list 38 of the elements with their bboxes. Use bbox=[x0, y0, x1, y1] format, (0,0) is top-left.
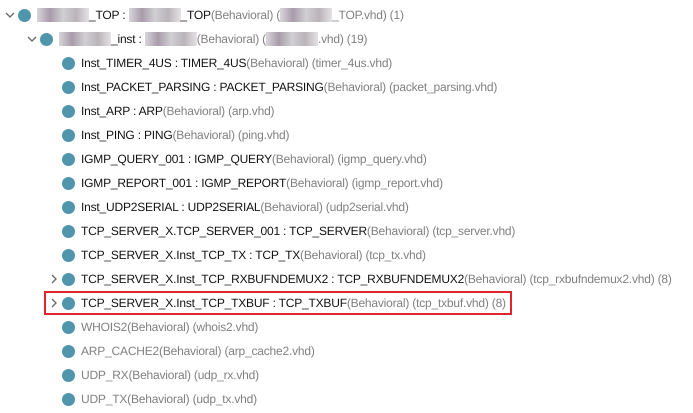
module-label[interactable]: Inst_UDP2SERIAL : UDP2SERIAL(Behavioral) (udp2serial.vhd) bbox=[81, 200, 409, 214]
module-label[interactable]: ARP_CACHE2(Behavioral) (arp_cache2.vhd) bbox=[81, 344, 315, 358]
module-dot-icon bbox=[62, 368, 75, 382]
module-label[interactable]: _inst : (Behavioral) ( .vhd) (19) bbox=[59, 32, 368, 46]
module-dot-icon bbox=[62, 104, 75, 118]
chevron-down-icon[interactable] bbox=[5, 10, 15, 20]
module-dot-icon bbox=[62, 248, 75, 262]
module-label[interactable]: IGMP_REPORT_001 : IGMP_REPORT(Behavioral) (igmp_report.vhd) bbox=[81, 176, 443, 190]
module-label[interactable]: TCP_SERVER_X.Inst_TCP_TX : TCP_TX(Behavioral) (tcp_tx.vhd) bbox=[81, 248, 426, 262]
module-dot-icon bbox=[40, 32, 53, 46]
module-dot-icon bbox=[62, 320, 75, 334]
module-dot-icon bbox=[18, 8, 31, 22]
chevron-right-icon[interactable] bbox=[49, 274, 59, 284]
module-dot-icon bbox=[62, 344, 75, 358]
module-dot-icon bbox=[62, 224, 75, 238]
module-label[interactable]: TCP_SERVER_X.Inst_TCP_TXBUF : TCP_TXBUF(Behavioral) (tcp_txbuf.vhd) (8) bbox=[81, 296, 506, 310]
chevron-right-icon[interactable] bbox=[49, 298, 59, 308]
module-label[interactable]: Inst_PING : PING(Behavioral) (ping.vhd) bbox=[81, 128, 290, 142]
module-dot-icon bbox=[62, 392, 75, 406]
module-dot-icon bbox=[62, 152, 75, 166]
module-dot-icon bbox=[62, 296, 75, 310]
module-label[interactable]: UDP_TX(Behavioral) (udp_tx.vhd) bbox=[81, 392, 257, 406]
module-label[interactable]: Inst_PACKET_PARSING : PACKET_PARSING(Behavioral) (packet_parsing.vhd) bbox=[81, 80, 498, 94]
module-label[interactable]: Inst_ARP : ARP(Behavioral) (arp.vhd) bbox=[81, 104, 274, 118]
module-label[interactable]: Inst_TIMER_4US : TIMER_4US(Behavioral) (timer_4us.vhd) bbox=[81, 56, 392, 70]
module-dot-icon bbox=[62, 200, 75, 214]
module-dot-icon bbox=[62, 128, 75, 142]
module-dot-icon bbox=[62, 176, 75, 190]
chevron-down-icon[interactable] bbox=[27, 34, 37, 44]
module-label[interactable]: TCP_SERVER_X.Inst_TCP_RXBUFNDEMUX2 : TCP_RXBUFNDEMUX2(Behavioral) (tcp_rxbufndemux2.vhd) (8) bbox=[81, 272, 672, 286]
module-label[interactable]: _TOP : _TOP(Behavioral) ( _TOP.vhd) (1) bbox=[37, 8, 404, 22]
module-label[interactable]: WHOIS2(Behavioral) (whois2.vhd) bbox=[81, 320, 258, 334]
module-dot-icon bbox=[62, 272, 75, 286]
module-label[interactable]: TCP_SERVER_X.TCP_SERVER_001 : TCP_SERVER(Behavioral) (tcp_server.vhd) bbox=[81, 224, 516, 238]
module-label[interactable]: UDP_RX(Behavioral) (udp_rx.vhd) bbox=[81, 368, 259, 382]
module-dot-icon bbox=[62, 80, 75, 94]
module-label[interactable]: IGMP_QUERY_001 : IGMP_QUERY(Behavioral) (igmp_query.vhd) bbox=[81, 152, 427, 166]
module-dot-icon bbox=[62, 56, 75, 70]
